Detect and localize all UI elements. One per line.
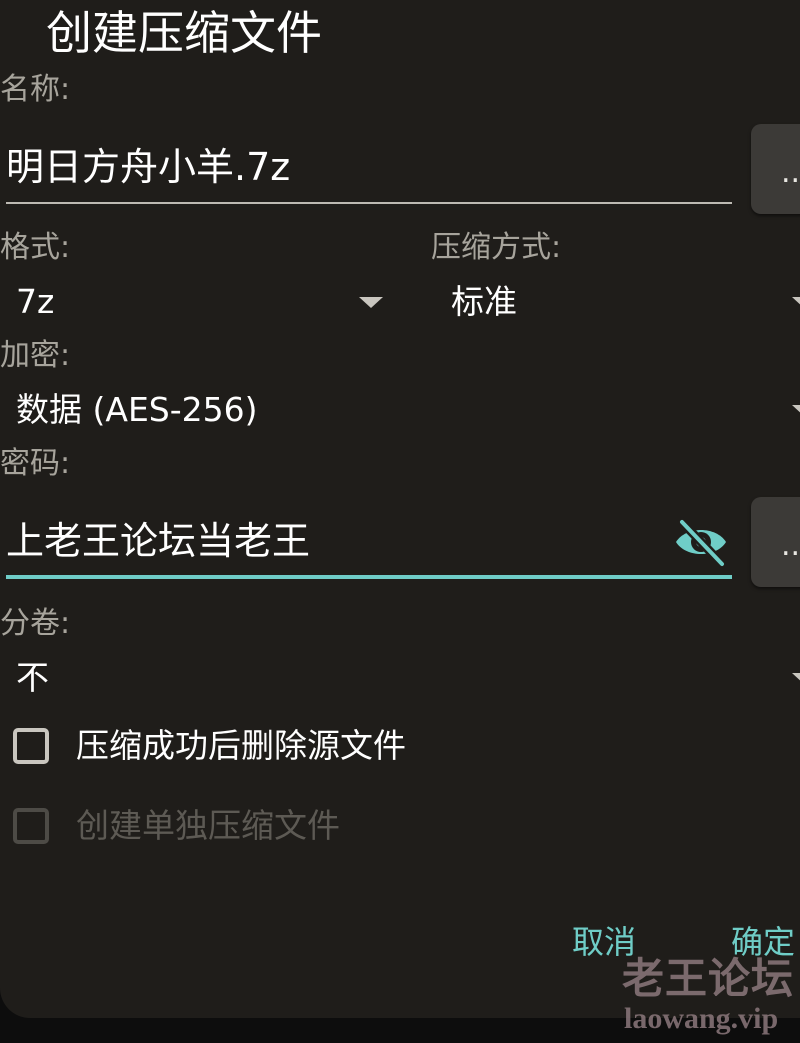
encryption-label: 加密: [0,338,71,373]
name-browse-label: ... [781,155,800,190]
encryption-dropdown[interactable]: 数据 (AES-256) [0,384,800,440]
encryption-dropdown-arrow-icon [792,405,800,416]
split-volume-dropdown-arrow-icon [792,673,800,684]
compression-method-dropdown[interactable]: 标准 [431,276,800,332]
separate-archives-label: 创建单独压缩文件 [76,806,340,845]
format-dropdown-arrow-icon [359,297,383,308]
format-label: 格式: [0,230,71,265]
split-volume-dropdown[interactable]: 不 [0,652,800,708]
compression-method-selected-value: 标准 [451,282,517,321]
name-label: 名称: [0,72,71,107]
name-input[interactable]: 明日方舟小羊.7z [0,128,732,208]
password-browse-label: ... [781,528,800,563]
split-volume-label: 分卷: [0,606,71,641]
name-browse-button[interactable]: ... [751,124,800,214]
watermark-url: laowang.vip [624,1002,779,1035]
name-input-underline [6,202,732,204]
watermark-text: 老王论坛 [622,957,795,1003]
compression-method-label: 压缩方式: [431,230,562,265]
format-dropdown[interactable]: 7z [0,276,400,332]
compression-method-dropdown-arrow-icon [792,297,800,308]
password-browse-button[interactable]: ... [751,497,800,587]
dialog-title: 创建压缩文件 [46,6,322,60]
format-selected-value: 7z [16,282,55,321]
delete-source-option[interactable]: 压缩成功后删除源文件 [0,720,460,772]
encryption-selected-value: 数据 (AES-256) [16,390,258,429]
name-input-value: 明日方舟小羊.7z [6,145,291,189]
separate-archives-checkbox [13,808,49,844]
password-label: 密码: [0,446,71,481]
create-archive-dialog: 创建压缩文件 名称: 明日方舟小羊.7z ... 格式: 7z 压缩方式: 标准… [0,0,800,1018]
split-volume-selected-value: 不 [16,658,49,697]
password-input[interactable]: 上老王论坛当老王 [0,500,732,580]
delete-source-label: 压缩成功后删除源文件 [76,726,406,765]
delete-source-checkbox[interactable] [13,728,49,764]
separate-archives-option: 创建单独压缩文件 [0,800,400,852]
password-input-value: 上老王论坛当老王 [6,519,311,563]
eye-off-icon[interactable] [672,516,730,569]
password-input-underline [6,575,732,579]
